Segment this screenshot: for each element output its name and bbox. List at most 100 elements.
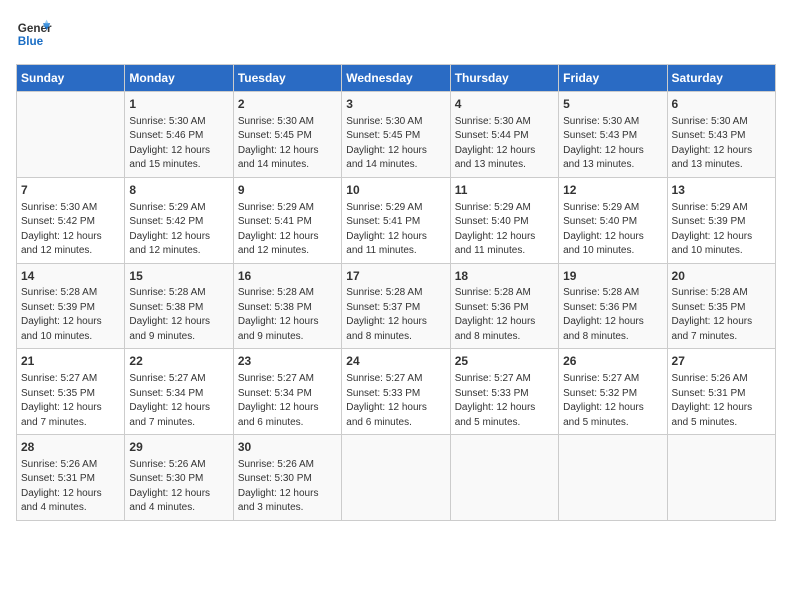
calendar-cell [450, 435, 558, 521]
day-number: 7 [21, 182, 120, 199]
calendar-cell: 16Sunrise: 5:28 AMSunset: 5:38 PMDayligh… [233, 263, 341, 349]
cell-details: Sunrise: 5:27 AMSunset: 5:32 PMDaylight:… [563, 372, 662, 430]
day-number: 6 [672, 96, 771, 113]
cell-details: Sunrise: 5:29 AMSunset: 5:42 PMDaylight:… [129, 201, 228, 259]
calendar-cell: 18Sunrise: 5:28 AMSunset: 5:36 PMDayligh… [450, 263, 558, 349]
page-header: General Blue [16, 16, 776, 52]
day-number: 14 [21, 268, 120, 285]
day-number: 24 [346, 353, 445, 370]
day-number: 17 [346, 268, 445, 285]
calendar-cell: 15Sunrise: 5:28 AMSunset: 5:38 PMDayligh… [125, 263, 233, 349]
calendar-cell: 14Sunrise: 5:28 AMSunset: 5:39 PMDayligh… [17, 263, 125, 349]
week-row-1: 1Sunrise: 5:30 AMSunset: 5:46 PMDaylight… [17, 92, 776, 178]
calendar-cell: 10 Sunrise: 5:29 AMSunset: 5:41 PMDayligh… [342, 177, 450, 263]
cell-details: Sunrise: 5:27 AMSunset: 5:33 PMDaylight:… [346, 372, 445, 430]
day-number: 11 [455, 182, 554, 199]
calendar-cell: 7 Sunrise: 5:30 AMSunset: 5:42 PMDaylight… [17, 177, 125, 263]
day-number: 3 [346, 96, 445, 113]
day-number: 15 [129, 268, 228, 285]
calendar-cell: 4 Sunrise: 5:30 AMSunset: 5:44 PMDaylight… [450, 92, 558, 178]
calendar-cell: 9Sunrise: 5:29 AMSunset: 5:41 PMDaylight… [233, 177, 341, 263]
calendar-cell: 6 Sunrise: 5:30 AMSunset: 5:43 PMDaylight… [667, 92, 775, 178]
header-cell-monday: Monday [125, 65, 233, 92]
day-number: 30 [238, 439, 337, 456]
cell-details: Sunrise: 5:26 AMSunset: 5:31 PMDaylight:… [672, 372, 771, 430]
logo-icon: General Blue [16, 16, 52, 52]
calendar-cell: 12 Sunrise: 5:29 AMSunset: 5:40 PMDayligh… [559, 177, 667, 263]
cell-details: Sunrise: 5:28 AMSunset: 5:38 PMDaylight:… [238, 286, 337, 344]
week-row-2: 7 Sunrise: 5:30 AMSunset: 5:42 PMDaylight… [17, 177, 776, 263]
day-number: 21 [21, 353, 120, 370]
cell-details: Sunrise: 5:28 AMSunset: 5:35 PMDaylight:… [672, 286, 771, 344]
day-number: 29 [129, 439, 228, 456]
calendar-cell: 24 Sunrise: 5:27 AMSunset: 5:33 PMDayligh… [342, 349, 450, 435]
day-number: 13 [672, 182, 771, 199]
cell-details: Sunrise: 5:28 AMSunset: 5:38 PMDaylight:… [129, 286, 228, 344]
calendar-cell [667, 435, 775, 521]
day-number: 27 [672, 353, 771, 370]
calendar-cell: 22Sunrise: 5:27 AMSunset: 5:34 PMDayligh… [125, 349, 233, 435]
calendar-cell: 21Sunrise: 5:27 AMSunset: 5:35 PMDayligh… [17, 349, 125, 435]
day-number: 25 [455, 353, 554, 370]
calendar-cell: 30 Sunrise: 5:26 AMSunset: 5:30 PMDayligh… [233, 435, 341, 521]
cell-details: Sunrise: 5:29 AMSunset: 5:40 PMDaylight:… [455, 201, 554, 259]
week-row-4: 21Sunrise: 5:27 AMSunset: 5:35 PMDayligh… [17, 349, 776, 435]
calendar-body: 1Sunrise: 5:30 AMSunset: 5:46 PMDaylight… [17, 92, 776, 521]
calendar-cell: 25Sunrise: 5:27 AMSunset: 5:33 PMDayligh… [450, 349, 558, 435]
header-cell-friday: Friday [559, 65, 667, 92]
calendar-cell [17, 92, 125, 178]
header-cell-wednesday: Wednesday [342, 65, 450, 92]
cell-details: Sunrise: 5:29 AMSunset: 5:40 PMDaylight:… [563, 201, 662, 259]
calendar-table: SundayMondayTuesdayWednesdayThursdayFrid… [16, 64, 776, 521]
calendar-cell: 3 Sunrise: 5:30 AMSunset: 5:45 PMDaylight… [342, 92, 450, 178]
day-number: 10 [346, 182, 445, 199]
cell-details: Sunrise: 5:30 AMSunset: 5:45 PMDaylight:… [238, 115, 337, 173]
calendar-cell: 2 Sunrise: 5:30 AMSunset: 5:45 PMDaylight… [233, 92, 341, 178]
svg-text:Blue: Blue [18, 35, 44, 48]
cell-details: Sunrise: 5:27 AMSunset: 5:34 PMDaylight:… [129, 372, 228, 430]
calendar-cell: 20Sunrise: 5:28 AMSunset: 5:35 PMDayligh… [667, 263, 775, 349]
calendar-header: SundayMondayTuesdayWednesdayThursdayFrid… [17, 65, 776, 92]
week-row-3: 14Sunrise: 5:28 AMSunset: 5:39 PMDayligh… [17, 263, 776, 349]
cell-details: Sunrise: 5:29 AMSunset: 5:41 PMDaylight:… [346, 201, 445, 259]
cell-details: Sunrise: 5:28 AMSunset: 5:39 PMDaylight:… [21, 286, 120, 344]
calendar-cell: 8 Sunrise: 5:29 AMSunset: 5:42 PMDaylight… [125, 177, 233, 263]
day-number: 19 [563, 268, 662, 285]
week-row-5: 28Sunrise: 5:26 AMSunset: 5:31 PMDayligh… [17, 435, 776, 521]
cell-details: Sunrise: 5:28 AMSunset: 5:36 PMDaylight:… [455, 286, 554, 344]
day-number: 28 [21, 439, 120, 456]
calendar-cell: 11 Sunrise: 5:29 AMSunset: 5:40 PMDayligh… [450, 177, 558, 263]
calendar-cell [342, 435, 450, 521]
cell-details: Sunrise: 5:30 AMSunset: 5:45 PMDaylight:… [346, 115, 445, 173]
cell-details: Sunrise: 5:26 AMSunset: 5:30 PMDaylight:… [129, 458, 228, 516]
day-number: 23 [238, 353, 337, 370]
cell-details: Sunrise: 5:29 AMSunset: 5:39 PMDaylight:… [672, 201, 771, 259]
calendar-cell [559, 435, 667, 521]
header-cell-tuesday: Tuesday [233, 65, 341, 92]
cell-details: Sunrise: 5:28 AMSunset: 5:36 PMDaylight:… [563, 286, 662, 344]
day-number: 8 [129, 182, 228, 199]
day-number: 20 [672, 268, 771, 285]
day-number: 12 [563, 182, 662, 199]
day-number: 2 [238, 96, 337, 113]
calendar-cell: 23 Sunrise: 5:27 AMSunset: 5:34 PMDayligh… [233, 349, 341, 435]
calendar-cell: 28Sunrise: 5:26 AMSunset: 5:31 PMDayligh… [17, 435, 125, 521]
calendar-cell: 19Sunrise: 5:28 AMSunset: 5:36 PMDayligh… [559, 263, 667, 349]
cell-details: Sunrise: 5:26 AMSunset: 5:30 PMDaylight:… [238, 458, 337, 516]
calendar-cell: 26 Sunrise: 5:27 AMSunset: 5:32 PMDayligh… [559, 349, 667, 435]
day-number: 26 [563, 353, 662, 370]
cell-details: Sunrise: 5:30 AMSunset: 5:42 PMDaylight:… [21, 201, 120, 259]
calendar-cell: 5Sunrise: 5:30 AMSunset: 5:43 PMDaylight… [559, 92, 667, 178]
day-number: 4 [455, 96, 554, 113]
header-row: SundayMondayTuesdayWednesdayThursdayFrid… [17, 65, 776, 92]
day-number: 5 [563, 96, 662, 113]
day-number: 1 [129, 96, 228, 113]
cell-details: Sunrise: 5:30 AMSunset: 5:43 PMDaylight:… [672, 115, 771, 173]
cell-details: Sunrise: 5:27 AMSunset: 5:34 PMDaylight:… [238, 372, 337, 430]
calendar-cell: 29 Sunrise: 5:26 AMSunset: 5:30 PMDayligh… [125, 435, 233, 521]
calendar-cell: 13 Sunrise: 5:29 AMSunset: 5:39 PMDayligh… [667, 177, 775, 263]
day-number: 18 [455, 268, 554, 285]
cell-details: Sunrise: 5:30 AMSunset: 5:44 PMDaylight:… [455, 115, 554, 173]
header-cell-sunday: Sunday [17, 65, 125, 92]
calendar-cell: 27 Sunrise: 5:26 AMSunset: 5:31 PMDayligh… [667, 349, 775, 435]
